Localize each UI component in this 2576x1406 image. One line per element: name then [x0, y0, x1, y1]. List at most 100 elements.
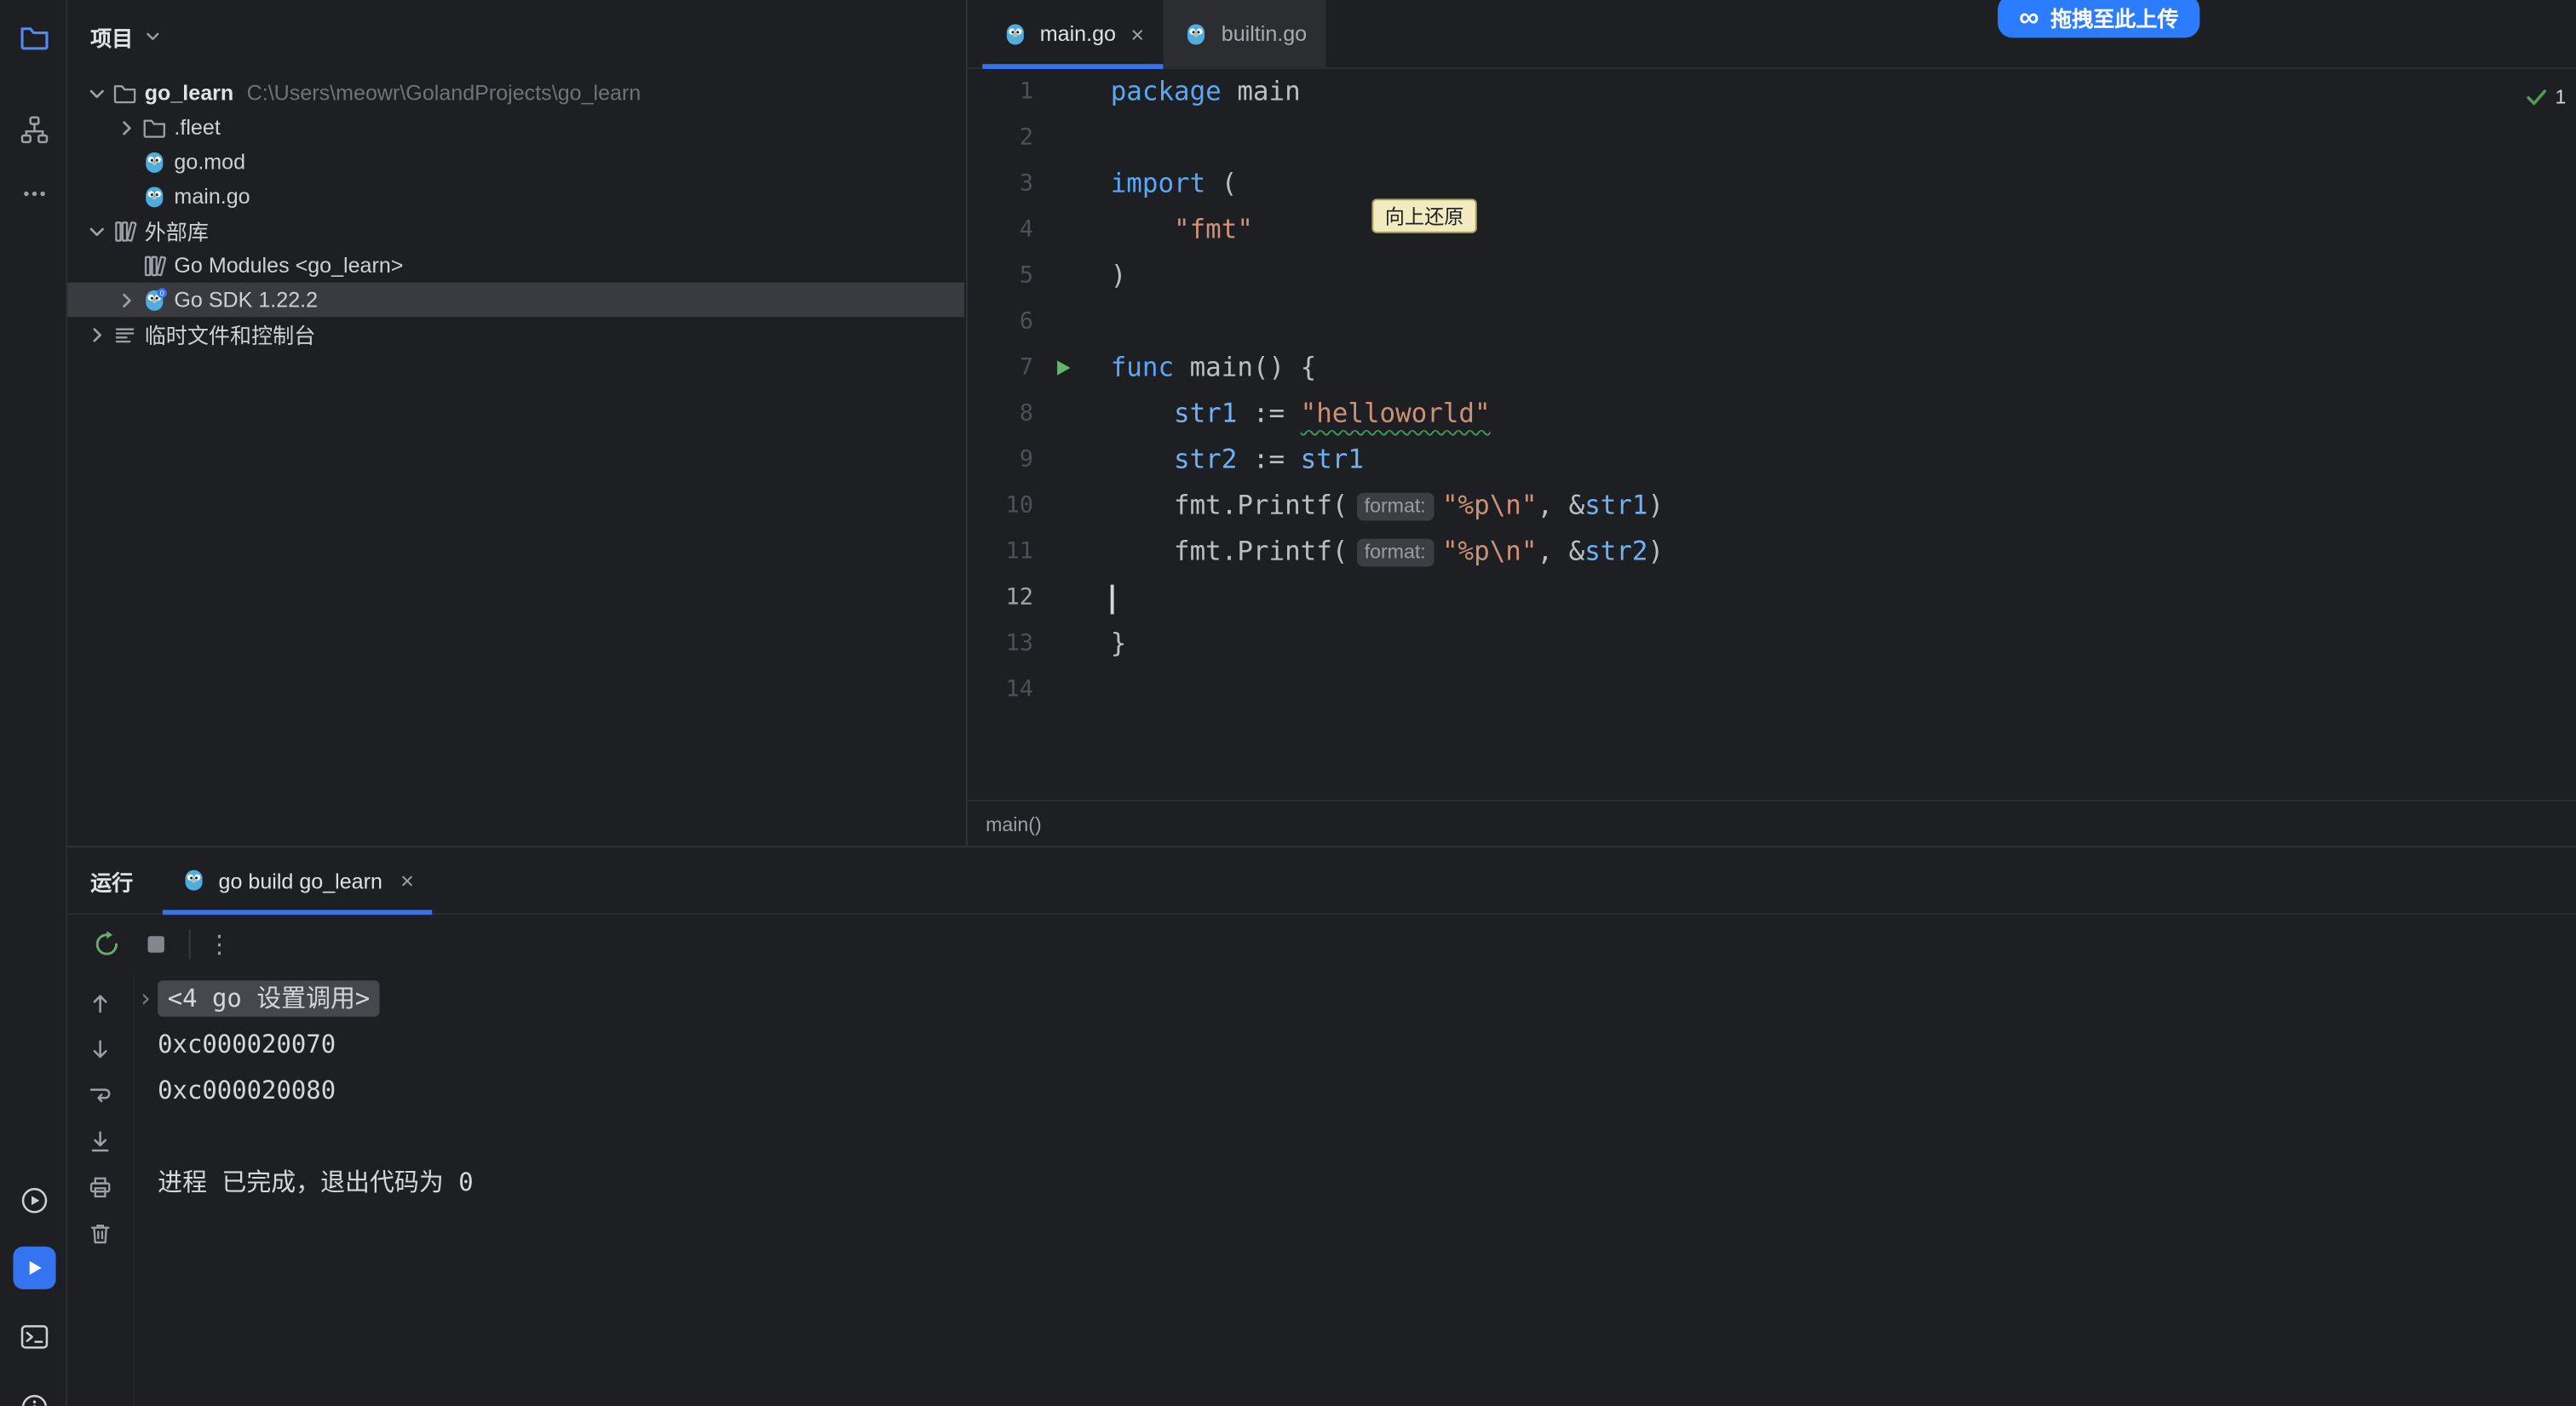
gutter-spacer: [1033, 575, 1111, 621]
tree-item-外部库[interactable]: 外部库: [67, 214, 964, 248]
tree-item-Go-Modules-go_learn-[interactable]: Go Modules <go_learn>: [67, 248, 964, 282]
gutter-spacer: [1033, 667, 1111, 713]
code-line-3[interactable]: 3import (: [968, 161, 2576, 207]
hint-popup: 向上还原: [1371, 198, 1476, 232]
breadcrumb-item[interactable]: main(): [986, 813, 1042, 836]
code-line-2[interactable]: 2: [968, 115, 2576, 161]
run-panel-title: 运行: [90, 847, 133, 913]
folder-icon: [141, 114, 175, 141]
gutter-spacer: [1033, 161, 1111, 207]
run-toolbar: ⋮: [67, 915, 2576, 973]
run-config-tab[interactable]: go build go_learn ×: [163, 847, 432, 913]
code-line-7[interactable]: 7func main() {: [968, 345, 2576, 391]
arrow-up-icon: [87, 990, 113, 1017]
gutter-spacer: [1033, 437, 1111, 483]
more-options-icon[interactable]: ⋮: [207, 930, 232, 960]
console-gutter: [67, 974, 135, 1406]
go-file-icon: [181, 867, 207, 893]
chevron-right-icon[interactable]: [112, 114, 141, 141]
next-occurrence-button[interactable]: [67, 1026, 133, 1072]
line-number: 6: [968, 299, 1033, 345]
stop-button[interactable]: [140, 928, 173, 961]
upload-overlay[interactable]: ∞ 拖拽至此上传: [1998, 0, 2199, 37]
activity-bar: [0, 0, 67, 1406]
tree-item-Go-SDK-1.22.2[interactable]: 0Go SDK 1.22.2: [67, 283, 964, 317]
chevron-right-icon[interactable]: [112, 287, 141, 313]
line-number: 14: [968, 667, 1033, 713]
code-line-6[interactable]: 6: [968, 299, 2576, 345]
clear-console-button[interactable]: [67, 1210, 133, 1256]
gutter-spacer: [1033, 207, 1111, 253]
scroll-to-end-button[interactable]: [67, 1118, 133, 1164]
rerun-icon: [92, 930, 122, 960]
fold-arrow-icon[interactable]: ›: [138, 976, 158, 1022]
gutter-spacer: [1033, 253, 1111, 299]
chevron-right-icon[interactable]: [82, 321, 112, 347]
code-line-12[interactable]: 12: [968, 575, 2576, 621]
more-tool-windows-icon[interactable]: [0, 169, 67, 219]
close-tab-icon[interactable]: ×: [1130, 20, 1144, 47]
code-line-5[interactable]: 5): [968, 253, 2576, 299]
gutter-spacer: [1033, 299, 1111, 345]
stop-icon: [141, 930, 171, 960]
close-tab-icon[interactable]: ×: [400, 867, 414, 893]
tree-item-label: Go Modules <go_learn>: [174, 253, 403, 278]
toolbar-separator: [189, 930, 191, 960]
go-file-icon: [1002, 20, 1028, 47]
tab-builtin-go[interactable]: builtin.go: [1164, 0, 1326, 67]
tab-main-go[interactable]: main.go ×: [982, 0, 1164, 67]
run-tabbar: 运行 go build go_learn ×: [67, 847, 2576, 915]
console-output[interactable]: ›<4 go 设置调用>0xc0000200700xc000020080 进程 …: [158, 976, 2576, 1206]
services-tool-icon[interactable]: [0, 1176, 67, 1225]
run-tab-label: go build go_learn: [219, 868, 382, 892]
chevron-down-icon[interactable]: [82, 80, 112, 106]
trash-icon: [87, 1220, 113, 1247]
code-line-11[interactable]: 11 fmt.Printf(format:"%p\n", &str2): [968, 529, 2576, 575]
go-file-icon: [1183, 20, 1210, 47]
code-line-9[interactable]: 9 str2 := str1: [968, 437, 2576, 483]
print-button[interactable]: [67, 1164, 133, 1210]
problems-tool-icon[interactable]: [0, 1383, 67, 1406]
info-icon: [19, 1392, 49, 1405]
breadcrumb[interactable]: main(): [968, 800, 2576, 846]
terminal-icon: [19, 1322, 49, 1351]
inspection-count: 1: [2556, 85, 2567, 108]
scroll-end-icon: [87, 1128, 113, 1155]
run-gutter-button[interactable]: [1033, 345, 1111, 391]
folder-icon: [112, 80, 145, 106]
soft-wrap-button[interactable]: [67, 1072, 133, 1118]
code-line-1[interactable]: 1package main: [968, 69, 2576, 115]
tree-item-临时文件和控制台[interactable]: 临时文件和控制台: [67, 317, 964, 351]
console-chip[interactable]: <4 go 设置调用>: [158, 980, 380, 1016]
run-tool-icon[interactable]: [13, 1247, 55, 1289]
structure-tool-icon[interactable]: [0, 105, 67, 154]
chevron-down-icon[interactable]: [82, 218, 112, 244]
gutter-spacer: [1033, 529, 1111, 575]
inspections-widget[interactable]: 1: [2526, 85, 2567, 108]
line-number: 10: [968, 483, 1033, 529]
line-number: 5: [968, 253, 1033, 299]
prev-occurrence-button[interactable]: [67, 980, 133, 1026]
code-line-8[interactable]: 8 str1 := "helloworld": [968, 391, 2576, 437]
tree-item-label: 外部库: [145, 215, 209, 247]
code-area[interactable]: 1package main23import (4 "fmt"5)67func m…: [968, 69, 2576, 800]
text-caret: [1111, 584, 1114, 614]
code-line-13[interactable]: 13}: [968, 621, 2576, 667]
code-line-4[interactable]: 4 "fmt": [968, 207, 2576, 253]
code-line-10[interactable]: 10 fmt.Printf(format:"%p\n", &str1): [968, 483, 2576, 529]
upload-hint-label: 拖拽至此上传: [2050, 1, 2178, 32]
arrow-down-icon: [87, 1036, 113, 1063]
code-line-14[interactable]: 14: [968, 667, 2576, 713]
tree-item-go_learn[interactable]: go_learnC:\Users\meowr\GolandProjects\go…: [67, 76, 964, 110]
tree-item-main.go[interactable]: main.go: [67, 179, 964, 213]
inlay-hint: format:: [1356, 493, 1434, 521]
project-tool-icon[interactable]: [0, 13, 67, 62]
terminal-tool-icon[interactable]: [0, 1312, 67, 1362]
go-icon: [141, 149, 175, 175]
tree-item-.fleet[interactable]: .fleet: [67, 110, 964, 144]
rerun-button[interactable]: [90, 928, 124, 961]
project-panel-header[interactable]: 项目: [67, 0, 966, 72]
editor-tabbar: main.go × builtin.go: [968, 0, 2576, 69]
tree-item-go.mod[interactable]: go.mod: [67, 145, 964, 179]
console-line-3: 0xc000020080: [158, 1068, 2576, 1114]
